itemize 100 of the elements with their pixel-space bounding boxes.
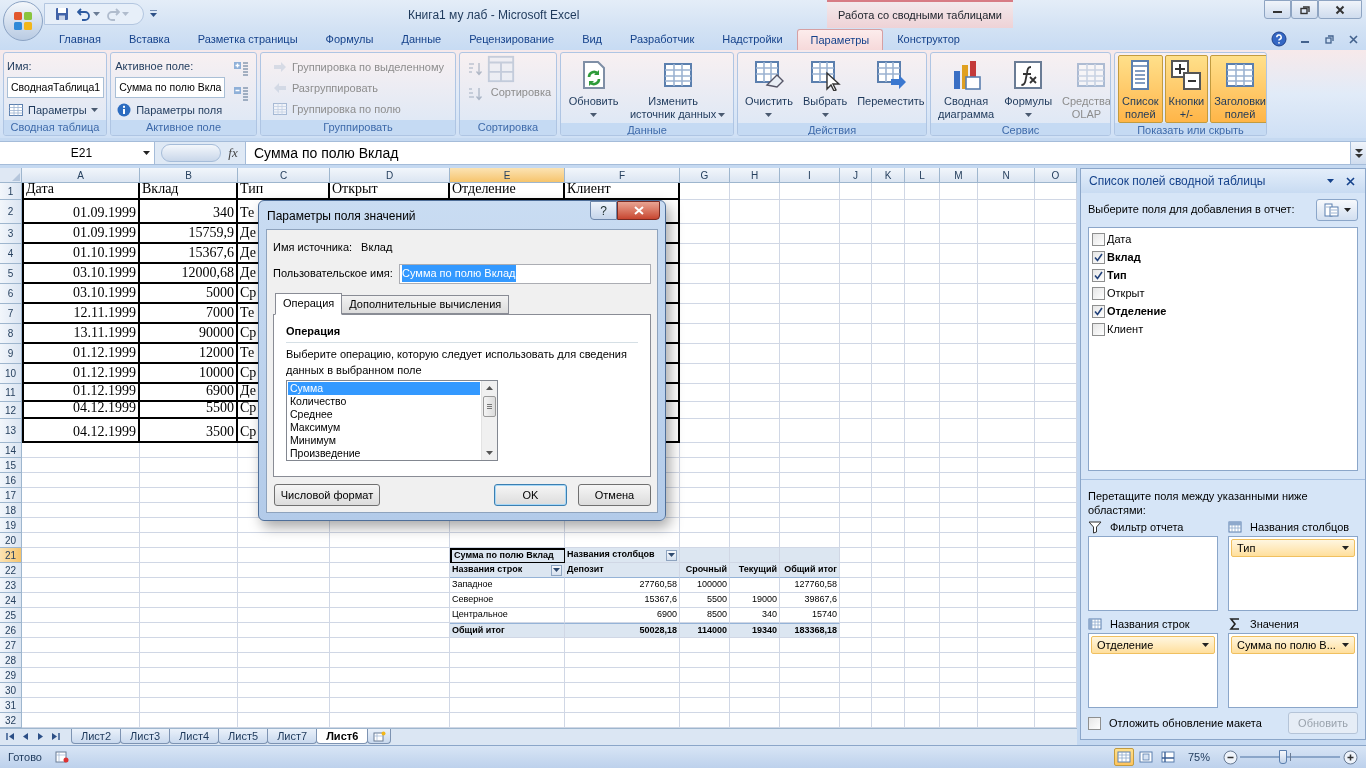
column-header[interactable]: F: [565, 168, 680, 183]
ribbon-tab[interactable]: Вид: [568, 29, 617, 50]
tab-group-header: Работа со сводными таблицами: [827, 0, 1013, 28]
row-header[interactable]: 8: [0, 324, 22, 344]
column-header[interactable]: O: [1035, 168, 1077, 183]
column-header[interactable]: I: [780, 168, 840, 183]
ribbon-button[interactable]: Заголовки полей: [1210, 55, 1266, 123]
table-cell: Депозит: [565, 563, 680, 578]
dialog-button[interactable]: OK: [494, 484, 567, 506]
table-cell: 10000: [140, 364, 238, 384]
formula-field[interactable]: Сумма по полю Вклад: [245, 142, 1350, 164]
ribbon-tab[interactable]: Надстройки: [708, 29, 797, 50]
row-header[interactable]: 4: [0, 244, 22, 264]
row-header[interactable]: 6: [0, 284, 22, 304]
column-header[interactable]: L: [905, 168, 940, 183]
sheet-tab[interactable]: Лист4: [169, 729, 220, 744]
dialog-tab[interactable]: Дополнительные вычисления: [341, 294, 510, 314]
column-header[interactable]: N: [978, 168, 1035, 183]
row-header[interactable]: 26: [0, 623, 22, 638]
table-cell: 01.09.1999: [22, 224, 140, 244]
checkbox-label: Клиент: [1107, 321, 1144, 337]
ribbon-button[interactable]: Очистить: [741, 55, 797, 123]
column-header[interactable]: J: [840, 168, 872, 183]
row-header[interactable]: 27: [0, 638, 22, 653]
column-header[interactable]: K: [872, 168, 905, 183]
row-header[interactable]: 16: [0, 473, 22, 488]
sheet-tab[interactable]: Лист5: [218, 729, 269, 744]
ribbon-button[interactable]: Переместить: [853, 55, 926, 123]
toolbar-button[interactable]: Параметры: [7, 101, 105, 119]
help-button[interactable]: ?: [590, 201, 617, 220]
row-header[interactable]: 5: [0, 264, 22, 284]
table-cell: 7000: [140, 304, 238, 324]
row-header[interactable]: 11: [0, 384, 22, 402]
dialog-button[interactable]: Отмена: [578, 484, 651, 506]
input-field[interactable]: Сумма по полю Вкла: [115, 77, 226, 98]
field-chip[interactable]: Отделение: [1091, 636, 1215, 654]
row-header[interactable]: 22: [0, 563, 22, 578]
row-header[interactable]: 2: [0, 200, 22, 224]
pane-prompt: Выберите поля для добавления в отчет:: [1088, 202, 1295, 218]
row-header[interactable]: 28: [0, 653, 22, 668]
row-header[interactable]: 31: [0, 698, 22, 713]
row-header[interactable]: 29: [0, 668, 22, 683]
ribbon-tab[interactable]: Главная: [45, 29, 115, 50]
row-header[interactable]: 13: [0, 419, 22, 443]
input-field[interactable]: СводнаяТаблица1: [7, 77, 105, 98]
table-cell: Срочный: [680, 563, 730, 578]
column-header[interactable]: D: [330, 168, 450, 183]
ribbon-tab[interactable]: Разметка страницы: [183, 29, 312, 50]
row-header[interactable]: 32: [0, 713, 22, 728]
row-header[interactable]: 14: [0, 443, 22, 458]
sheet-tab[interactable]: Лист6: [316, 729, 369, 744]
dialog-tab[interactable]: Операция: [275, 292, 343, 315]
insert-function-button[interactable]: fx: [221, 142, 245, 164]
row-header[interactable]: 17: [0, 488, 22, 503]
row-header[interactable]: 24: [0, 593, 22, 608]
ribbon-button[interactable]: Кнопки +/-: [1164, 55, 1209, 123]
ribbon-tab[interactable]: Параметры: [796, 29, 884, 50]
sheet-tab[interactable]: Лист7: [267, 729, 318, 744]
row-header[interactable]: 7: [0, 304, 22, 324]
row-header[interactable]: 21: [0, 548, 22, 563]
sheet-tab[interactable]: Лист3: [120, 729, 171, 744]
row-header[interactable]: 19: [0, 518, 22, 533]
ribbon-tab[interactable]: Разработчик: [616, 29, 709, 50]
ribbon-button[interactable]: Список полей: [1118, 55, 1163, 123]
list-item[interactable]: Произведение: [288, 447, 480, 460]
ribbon-button[interactable]: Сводная диаграмма: [934, 55, 999, 123]
column-header[interactable]: G: [680, 168, 730, 183]
row-header[interactable]: 25: [0, 608, 22, 623]
column-header[interactable]: H: [730, 168, 780, 183]
ribbon-tab[interactable]: Данные: [387, 29, 456, 50]
row-header[interactable]: 10: [0, 364, 22, 384]
row-header[interactable]: 15: [0, 458, 22, 473]
ribbon-button[interactable]: Выбрать: [798, 55, 852, 123]
ribbon-button[interactable]: Изменить источник данных: [625, 55, 730, 123]
column-header[interactable]: B: [140, 168, 238, 183]
row-header[interactable]: 23: [0, 578, 22, 593]
column-header[interactable]: A: [22, 168, 140, 183]
ribbon-tab[interactable]: Конструктор: [883, 29, 974, 50]
column-header[interactable]: E: [450, 168, 565, 183]
row-header[interactable]: 12: [0, 402, 22, 419]
row-header[interactable]: 30: [0, 683, 22, 698]
field-chip[interactable]: Тип: [1231, 539, 1355, 557]
toolbar-button[interactable]: Параметры поля: [115, 101, 226, 119]
column-header[interactable]: M: [940, 168, 978, 183]
row-header[interactable]: 1: [0, 183, 22, 200]
ribbon-tab[interactable]: Формулы: [311, 29, 388, 50]
sheet-tab[interactable]: Лист2: [71, 729, 122, 744]
column-header[interactable]: C: [238, 168, 330, 183]
row-header[interactable]: 20: [0, 533, 22, 548]
field-chip[interactable]: Сумма по полю В...: [1231, 636, 1355, 654]
ribbon-button[interactable]: Обновить: [564, 55, 623, 123]
row-header[interactable]: 3: [0, 224, 22, 244]
dialog-button[interactable]: Числовой формат: [274, 484, 380, 506]
row-header[interactable]: 18: [0, 503, 22, 518]
row-header[interactable]: 9: [0, 344, 22, 364]
checkbox-label: Отложить обновление макета: [1109, 715, 1262, 731]
ribbon-button[interactable]: Формулы: [1000, 55, 1057, 123]
ribbon-tab[interactable]: Рецензирование: [455, 29, 569, 50]
name-box[interactable]: E21: [0, 142, 155, 164]
ribbon-tab[interactable]: Вставка: [114, 29, 184, 50]
